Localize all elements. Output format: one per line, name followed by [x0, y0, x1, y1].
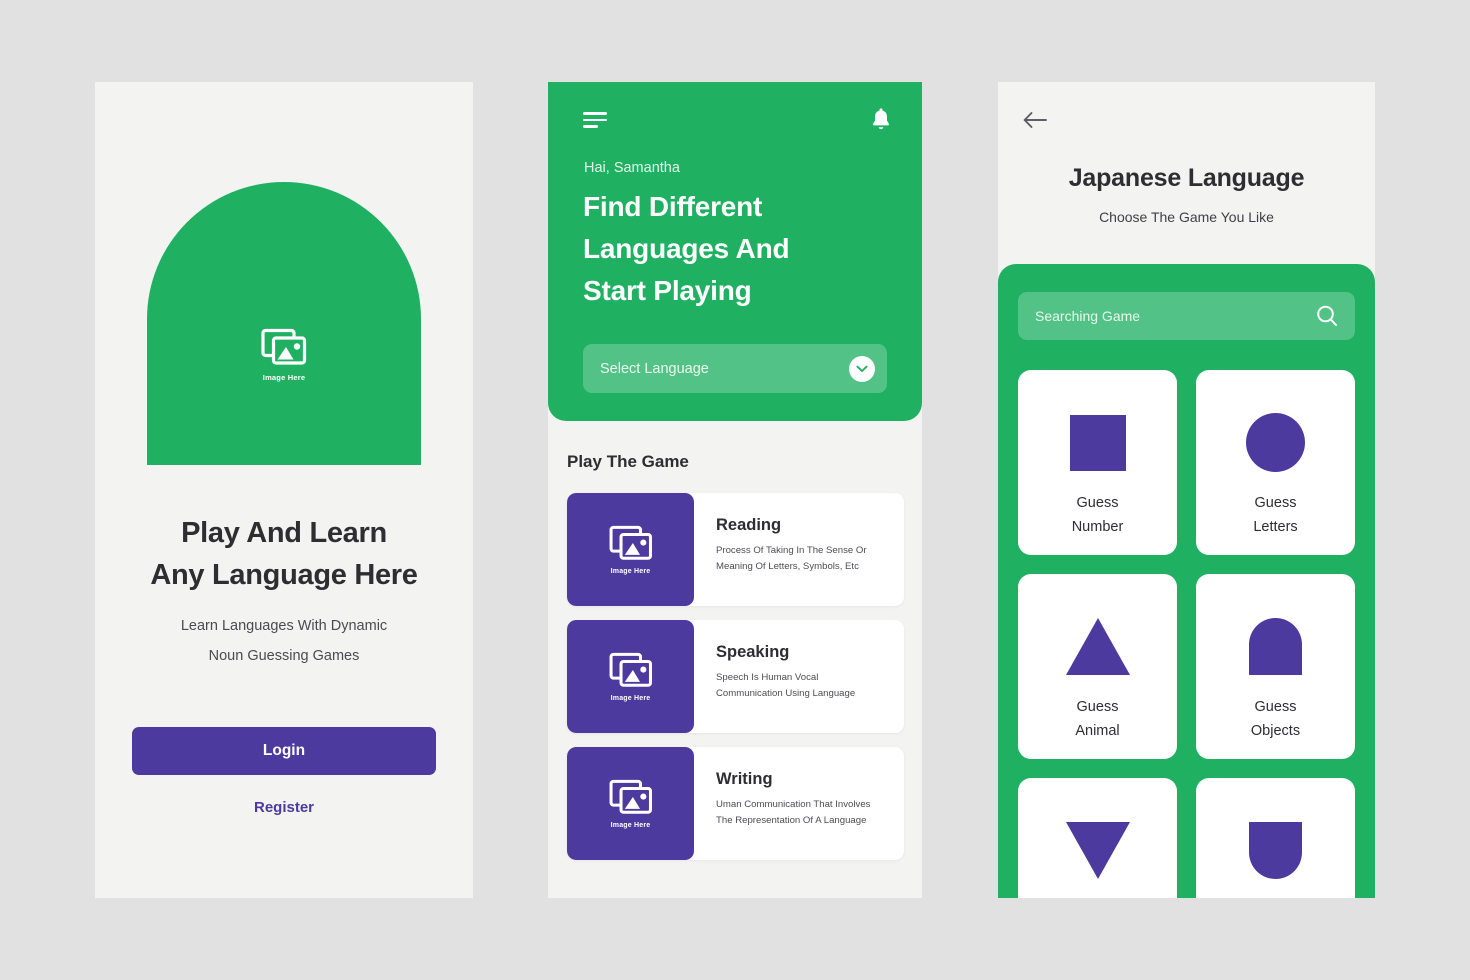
language-select-placeholder: Select Language	[600, 360, 709, 377]
game-info: Reading Process Of Taking In The Sense O…	[694, 493, 885, 606]
game-tile-label-line-2: Animal	[1075, 723, 1120, 739]
game-description-line-1: Uman Communication That Involves	[716, 799, 871, 810]
image-placeholder-icon	[609, 525, 652, 560]
game-tile-grid: Guess Number Guess Letters Guess Animal …	[1018, 370, 1355, 898]
page-subtitle: Learn Languages With Dynamic Noun Guessi…	[95, 611, 473, 671]
game-info: Speaking Speech Is Human Vocal Communica…	[694, 620, 873, 733]
arrow-left-glyph	[1023, 112, 1047, 128]
page-title: Play And Learn Any Language Here	[95, 512, 473, 596]
arrow-left-icon[interactable]	[1022, 110, 1048, 135]
game-tile-label-line-1: Guess	[1254, 495, 1297, 511]
game-tile-label-line-1: Guess	[1076, 699, 1119, 715]
hamburger-line	[583, 125, 598, 128]
game-tile-label: Guess Objects	[1251, 695, 1300, 743]
page-subtitle-line-2: Noun Guessing Games	[208, 648, 360, 664]
image-placeholder-icon	[609, 652, 652, 687]
game-tile-label-line-2: Letters	[1253, 519, 1298, 535]
square-icon	[1069, 411, 1126, 474]
headline: Find Different Languages And Start Playi…	[583, 186, 883, 312]
chevron-down-glyph	[856, 365, 868, 372]
game-tile-label: Guess Animal	[1075, 695, 1119, 743]
game-tile-label: Guess Number	[1072, 491, 1124, 539]
home-header: Hai, Samantha Find Different Languages A…	[548, 82, 922, 421]
page-title-line-2: Any Language Here	[150, 559, 418, 591]
circle-icon	[1246, 411, 1305, 474]
game-tile-guess-letters[interactable]: Guess Letters	[1196, 370, 1355, 555]
search-icon[interactable]	[1315, 304, 1339, 333]
game-description-line-2: The Representation Of A Language	[716, 815, 867, 826]
game-title: Reading	[716, 516, 782, 534]
game-thumbnail: Image Here	[567, 620, 694, 733]
game-title: Speaking	[716, 643, 790, 661]
language-select[interactable]: Select Language	[583, 344, 887, 393]
game-tile-partial-6[interactable]	[1196, 778, 1355, 898]
headline-line-3: Start Playing	[583, 275, 752, 306]
page-subtitle: Choose The Game You Like	[1099, 209, 1274, 225]
game-info: Writing Uman Communication That Involves…	[694, 747, 888, 860]
section-title: Play The Game	[567, 452, 689, 471]
game-list: Image Here Reading Process Of Taking In …	[567, 493, 904, 874]
image-placeholder: Image Here	[609, 779, 653, 829]
screens-canvas: Image Here Play And Learn Any Language H…	[0, 0, 1470, 980]
u-shape-icon	[1249, 819, 1302, 882]
game-tile-partial-5[interactable]	[1018, 778, 1177, 898]
game-description-line-2: Communication Using Language	[716, 688, 856, 699]
list-item[interactable]: Image Here Writing Uman Communication Th…	[567, 747, 904, 860]
screen-home: Hai, Samantha Find Different Languages A…	[548, 82, 922, 898]
hamburger-line	[583, 118, 607, 122]
game-tile-guess-animal[interactable]: Guess Animal	[1018, 574, 1177, 759]
game-description: Speech Is Human Vocal Communication Usin…	[716, 670, 855, 702]
game-title: Writing	[716, 770, 773, 788]
image-placeholder-caption: Image Here	[262, 373, 306, 382]
hamburger-icon[interactable]	[583, 112, 607, 128]
game-description-line-1: Process Of Taking In The Sense Or	[716, 545, 867, 556]
image-placeholder-caption: Image Here	[610, 567, 651, 575]
page-title: Japanese Language	[1068, 164, 1305, 192]
game-tile-label-line-2: Objects	[1250, 723, 1301, 739]
game-tile-label-line-1: Guess	[1076, 495, 1119, 511]
image-placeholder-icon	[261, 328, 307, 365]
page-title-line-1: Play And Learn	[181, 517, 387, 549]
image-placeholder-caption: Image Here	[610, 694, 651, 702]
game-thumbnail: Image Here	[567, 493, 694, 606]
hamburger-line	[583, 112, 607, 115]
headline-line-1: Find Different	[583, 191, 763, 222]
chevron-down-icon[interactable]	[849, 355, 875, 382]
search-glyph	[1317, 305, 1337, 326]
headline-line-2: Languages And	[583, 233, 790, 264]
login-button[interactable]: Login	[132, 727, 436, 775]
triangle-down-icon	[1065, 819, 1130, 882]
game-tile-guess-objects[interactable]: Guess Objects	[1196, 574, 1355, 759]
image-placeholder-icon	[609, 779, 652, 814]
arch-icon	[1249, 615, 1302, 678]
image-placeholder: Image Here	[609, 525, 653, 575]
screen-onboarding: Image Here Play And Learn Any Language H…	[95, 82, 473, 898]
image-placeholder-caption: Image Here	[610, 821, 651, 829]
game-tile-label-line-2: Number	[1071, 519, 1124, 535]
hero-arch-image: Image Here	[147, 182, 421, 465]
game-tile-label-line-1: Guess	[1254, 699, 1297, 715]
triangle-up-icon	[1065, 615, 1130, 678]
game-tile-guess-number[interactable]: Guess Number	[1018, 370, 1177, 555]
game-thumbnail: Image Here	[567, 747, 694, 860]
bell-glyph	[872, 108, 889, 130]
game-chooser-panel: Searching Game Guess Number Guess Letter…	[998, 264, 1375, 898]
game-description-line-1: Speech Is Human Vocal	[716, 672, 819, 683]
register-link[interactable]: Register	[95, 799, 473, 816]
list-item[interactable]: Image Here Reading Process Of Taking In …	[567, 493, 904, 606]
game-description: Process Of Taking In The Sense Or Meanin…	[716, 543, 867, 575]
game-description: Uman Communication That Involves The Rep…	[716, 797, 870, 829]
bell-icon[interactable]	[870, 108, 892, 137]
search-input[interactable]: Searching Game	[1018, 292, 1355, 340]
image-placeholder: Image Here	[609, 652, 653, 702]
page-subtitle-line-1: Learn Languages With Dynamic	[180, 618, 388, 634]
game-tile-label: Guess Letters	[1253, 491, 1297, 539]
image-placeholder: Image Here	[147, 328, 421, 382]
list-item[interactable]: Image Here Speaking Speech Is Human Voca…	[567, 620, 904, 733]
search-placeholder: Searching Game	[1035, 308, 1141, 324]
game-description-line-2: Meaning Of Letters, Symbols, Etc	[716, 561, 859, 572]
greeting-text: Hai, Samantha	[584, 160, 680, 176]
screen-game-chooser: Japanese Language Choose The Game You Li…	[998, 82, 1375, 898]
